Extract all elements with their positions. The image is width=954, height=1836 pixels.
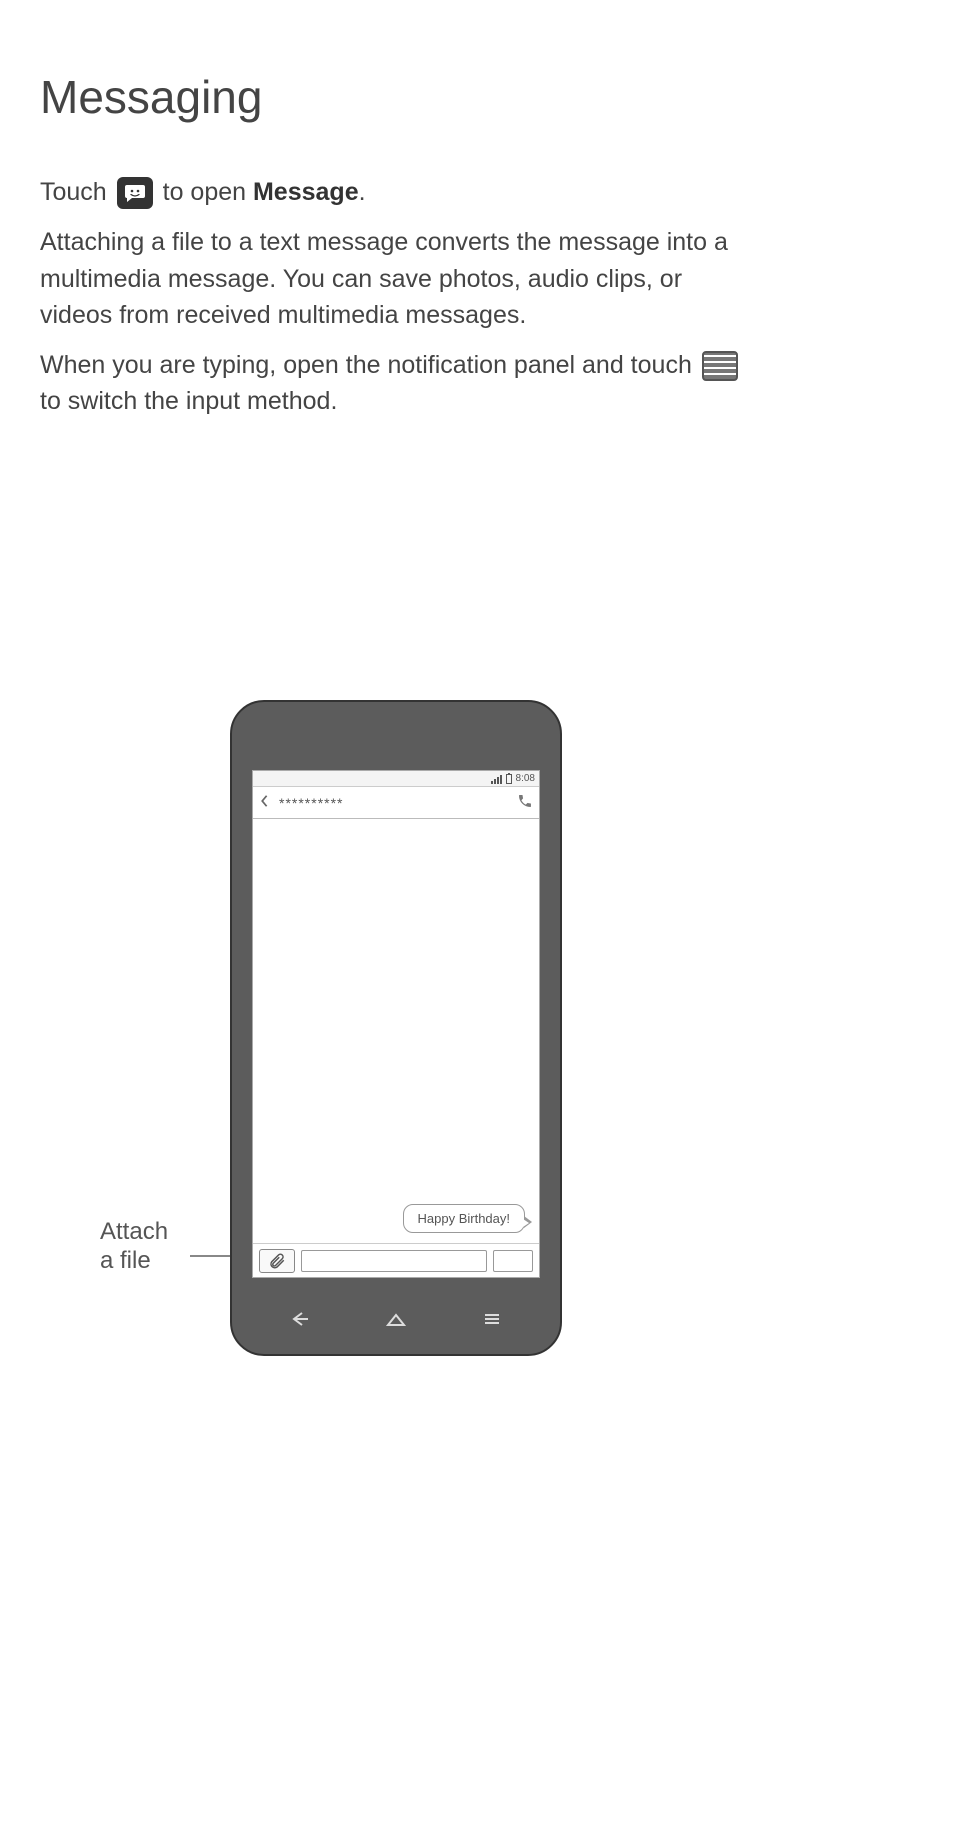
- system-nav-bar: [252, 1306, 540, 1336]
- instruction-mms: Attaching a file to a text message conve…: [40, 224, 760, 333]
- message-bold-label: Message: [253, 178, 359, 206]
- status-time: 8:08: [516, 773, 535, 784]
- phone-frame: 8:08 ********** Happy Birthday!: [230, 700, 562, 1356]
- text-fragment: to switch the input method.: [40, 387, 337, 415]
- annotation-attach-file: Attach a file: [100, 1218, 190, 1276]
- message-thread-area: Happy Birthday!: [253, 819, 539, 1243]
- phone-screen: 8:08 ********** Happy Birthday!: [252, 770, 540, 1278]
- call-button[interactable]: [517, 793, 533, 812]
- instruction-open-message: Touch to open Message.: [40, 174, 760, 210]
- annotation-line1: Attach: [100, 1218, 168, 1245]
- message-app-icon: [117, 177, 153, 209]
- send-button[interactable]: [493, 1250, 533, 1272]
- instruction-input-method: When you are typing, open the notificati…: [40, 347, 760, 420]
- outgoing-message-bubble: Happy Birthday!: [403, 1204, 526, 1233]
- text-fragment: to open: [163, 178, 253, 206]
- signal-icon: [491, 774, 502, 784]
- status-bar: 8:08: [253, 771, 539, 787]
- battery-icon: [506, 774, 512, 784]
- message-text: Happy Birthday!: [418, 1211, 511, 1226]
- keyboard-icon: [702, 351, 738, 381]
- message-input[interactable]: [301, 1250, 487, 1272]
- attach-file-button[interactable]: [259, 1249, 295, 1273]
- contact-name: **********: [279, 795, 507, 811]
- message-composer: [253, 1243, 539, 1277]
- page-title: Messaging: [40, 70, 914, 124]
- nav-menu-button[interactable]: [480, 1309, 504, 1334]
- nav-home-button[interactable]: [384, 1309, 408, 1334]
- back-button[interactable]: [259, 794, 269, 811]
- annotation-line2: a file: [100, 1247, 151, 1274]
- conversation-title-bar: **********: [253, 787, 539, 819]
- text-fragment: When you are typing, open the notificati…: [40, 351, 699, 379]
- text-fragment: Touch: [40, 178, 114, 206]
- text-fragment: .: [359, 178, 366, 206]
- nav-back-button[interactable]: [288, 1309, 312, 1334]
